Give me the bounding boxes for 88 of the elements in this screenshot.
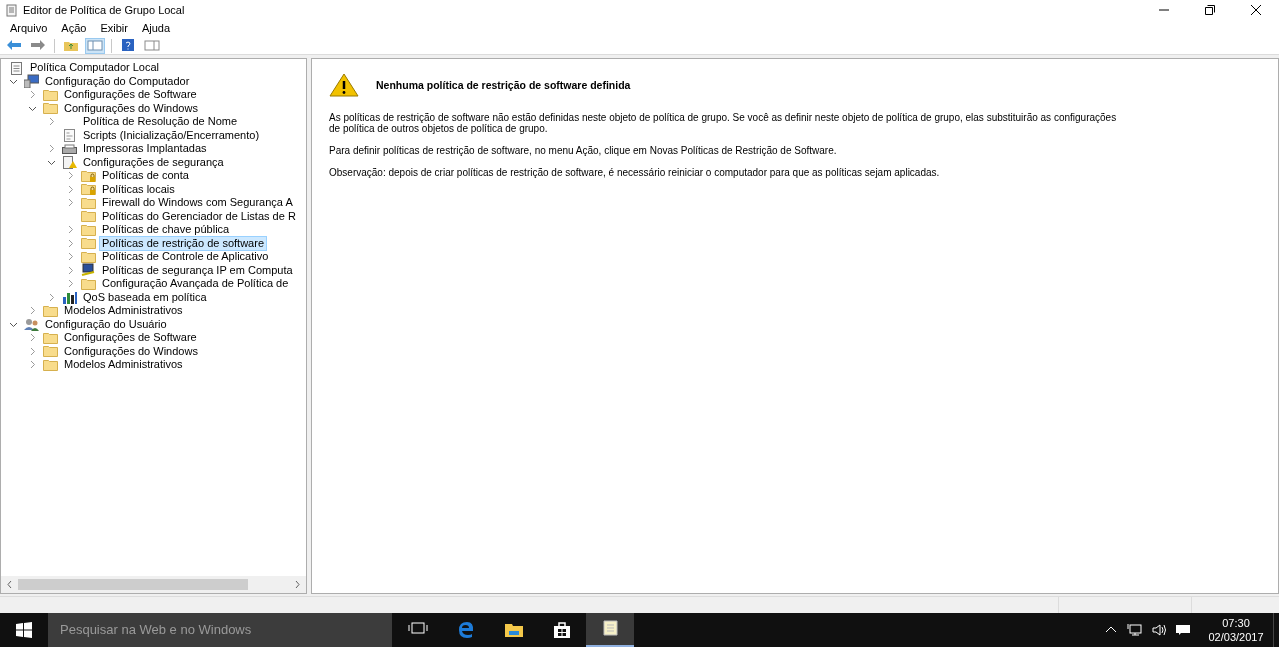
folder-icon	[42, 330, 58, 345]
folder-icon	[80, 276, 96, 291]
collapsed-caret-icon[interactable]	[66, 184, 75, 194]
document-warning-icon	[61, 155, 77, 170]
folder-icon	[42, 87, 58, 102]
pane-toggle-icon	[87, 39, 103, 52]
tree-item[interactable]: Modelos Administrativos	[61, 357, 186, 373]
tree-item[interactable]: Configurações de Software	[61, 87, 200, 103]
folder-icon	[42, 344, 58, 359]
details-heading: Nenhuma política de restrição de software definida	[376, 79, 631, 91]
details-paragraph: Para definir políticas de restrição de software, no menu Ação, clique em Novas Políticas de Restrição de Software.	[329, 145, 838, 156]
tree-item[interactable]: Políticas de conta	[99, 168, 192, 184]
document-scroll-icon	[600, 619, 620, 639]
tree-item[interactable]: Firewall do Windows com Segurança A	[99, 195, 296, 211]
tree-item[interactable]: Configuração do Computador	[42, 73, 193, 89]
details-paragraph: As políticas de restrição de software não estão definidas neste objeto de política de grupo. Se você as definir neste objeto de política de grupo, elas substituirão as configurações de política de outros objetos de política de grupo.	[329, 112, 1118, 134]
locked-folder-icon	[80, 182, 96, 197]
back-arrow-icon	[6, 39, 22, 52]
tree-item[interactable]: Impressoras Implantadas	[80, 141, 210, 157]
users-icon	[23, 317, 39, 332]
locked-folder-icon	[80, 168, 96, 183]
collapsed-caret-icon[interactable]	[66, 265, 75, 275]
collapsed-caret-icon[interactable]	[66, 198, 75, 208]
network-icon	[1127, 622, 1143, 638]
tree-item[interactable]: Scripts (Inicialização/Encerramento)	[80, 127, 263, 143]
folder-icon	[80, 222, 96, 237]
collapsed-caret-icon[interactable]	[66, 252, 75, 262]
bar-chart-icon	[61, 290, 77, 305]
tree-item[interactable]: Configuração do Usuário	[42, 316, 170, 332]
folder-icon	[80, 209, 96, 224]
tree-item[interactable]: Políticas de chave pública	[99, 222, 233, 238]
tree-item[interactable]: Configurações do Windows	[61, 343, 201, 359]
collapsed-caret-icon[interactable]	[66, 171, 75, 181]
browser-icon	[456, 620, 476, 640]
collapsed-caret-icon[interactable]	[47, 117, 56, 127]
tree-item[interactable]: Configuração Avançada de Política de	[99, 276, 292, 292]
collapsed-caret-icon[interactable]	[47, 292, 56, 302]
tree-item[interactable]: Política de Resolução de Nome	[80, 114, 241, 130]
tree-item[interactable]: Políticas de segurança IP em Computa	[99, 262, 296, 278]
forward-arrow-icon	[30, 39, 46, 52]
folder-icon	[42, 101, 58, 116]
windows-logo-icon	[16, 622, 32, 638]
app-icon	[5, 3, 18, 17]
menu-item[interactable]: Exibir	[93, 20, 135, 37]
tree-item[interactable]: Configurações do Windows	[61, 100, 201, 116]
tree-item[interactable]: QoS baseada em política	[80, 289, 210, 305]
window-title: Editor de Política de Grupo Local	[23, 2, 185, 18]
folder-icon	[42, 357, 58, 372]
script-document-icon	[61, 128, 77, 143]
collapsed-caret-icon[interactable]	[28, 306, 37, 316]
horizontal-scrollbar[interactable]	[1, 576, 306, 593]
collapsed-caret-icon[interactable]	[28, 333, 37, 343]
folder-icon	[80, 236, 96, 251]
folder-icon	[80, 249, 96, 264]
taskbar-app-button[interactable]	[586, 613, 634, 647]
menu-item[interactable]: Arquivo	[3, 20, 55, 37]
tree-item[interactable]: Configurações de Software	[61, 330, 200, 346]
warning-icon	[329, 73, 359, 97]
tree-item[interactable]: Modelos Administrativos	[61, 303, 186, 319]
folder-icon	[80, 195, 96, 210]
computer-icon	[23, 74, 39, 89]
collapsed-caret-icon[interactable]	[66, 238, 75, 248]
notification-icon	[1175, 622, 1191, 638]
printer-icon	[61, 141, 77, 156]
collapsed-caret-icon[interactable]	[28, 346, 37, 356]
collapsed-caret-icon[interactable]	[66, 279, 75, 289]
tree-item[interactable]: Política Computador Local	[27, 60, 162, 76]
menu-item[interactable]: Ação	[54, 20, 94, 37]
pane-toggle-button[interactable]	[85, 37, 105, 54]
close-icon	[1251, 5, 1261, 15]
volume-icon	[1151, 622, 1167, 638]
monitor-icon	[80, 263, 96, 278]
details-paragraph: Observação: depois de criar políticas de restrição de software, é necessário reiniciar o computador para que as políticas sejam aplicadas.	[329, 167, 941, 178]
search-field[interactable]: Pesquisar na Web e no Windows	[48, 613, 392, 647]
tree-item[interactable]: Políticas de Controle de Aplicativo	[99, 249, 272, 265]
view-pane-button[interactable]	[142, 37, 162, 54]
tree-item[interactable]: Políticas do Gerenciador de Listas de R	[99, 208, 299, 224]
menu-item[interactable]: Ajuda	[134, 20, 178, 37]
tree-item[interactable]: Políticas locais	[99, 181, 178, 197]
clock[interactable]: 07:30 02/03/2017	[1199, 613, 1273, 647]
tree-item[interactable]: Configurações de segurança	[80, 154, 227, 170]
collapsed-caret-icon[interactable]	[66, 225, 75, 235]
folder-up-icon	[63, 39, 79, 52]
folder-icon	[42, 303, 58, 318]
collapsed-caret-icon[interactable]	[28, 360, 37, 370]
shopping-bag-icon	[552, 620, 572, 640]
restore-icon	[1205, 5, 1215, 15]
tree-item[interactable]: Políticas de restrição de software	[99, 235, 268, 251]
